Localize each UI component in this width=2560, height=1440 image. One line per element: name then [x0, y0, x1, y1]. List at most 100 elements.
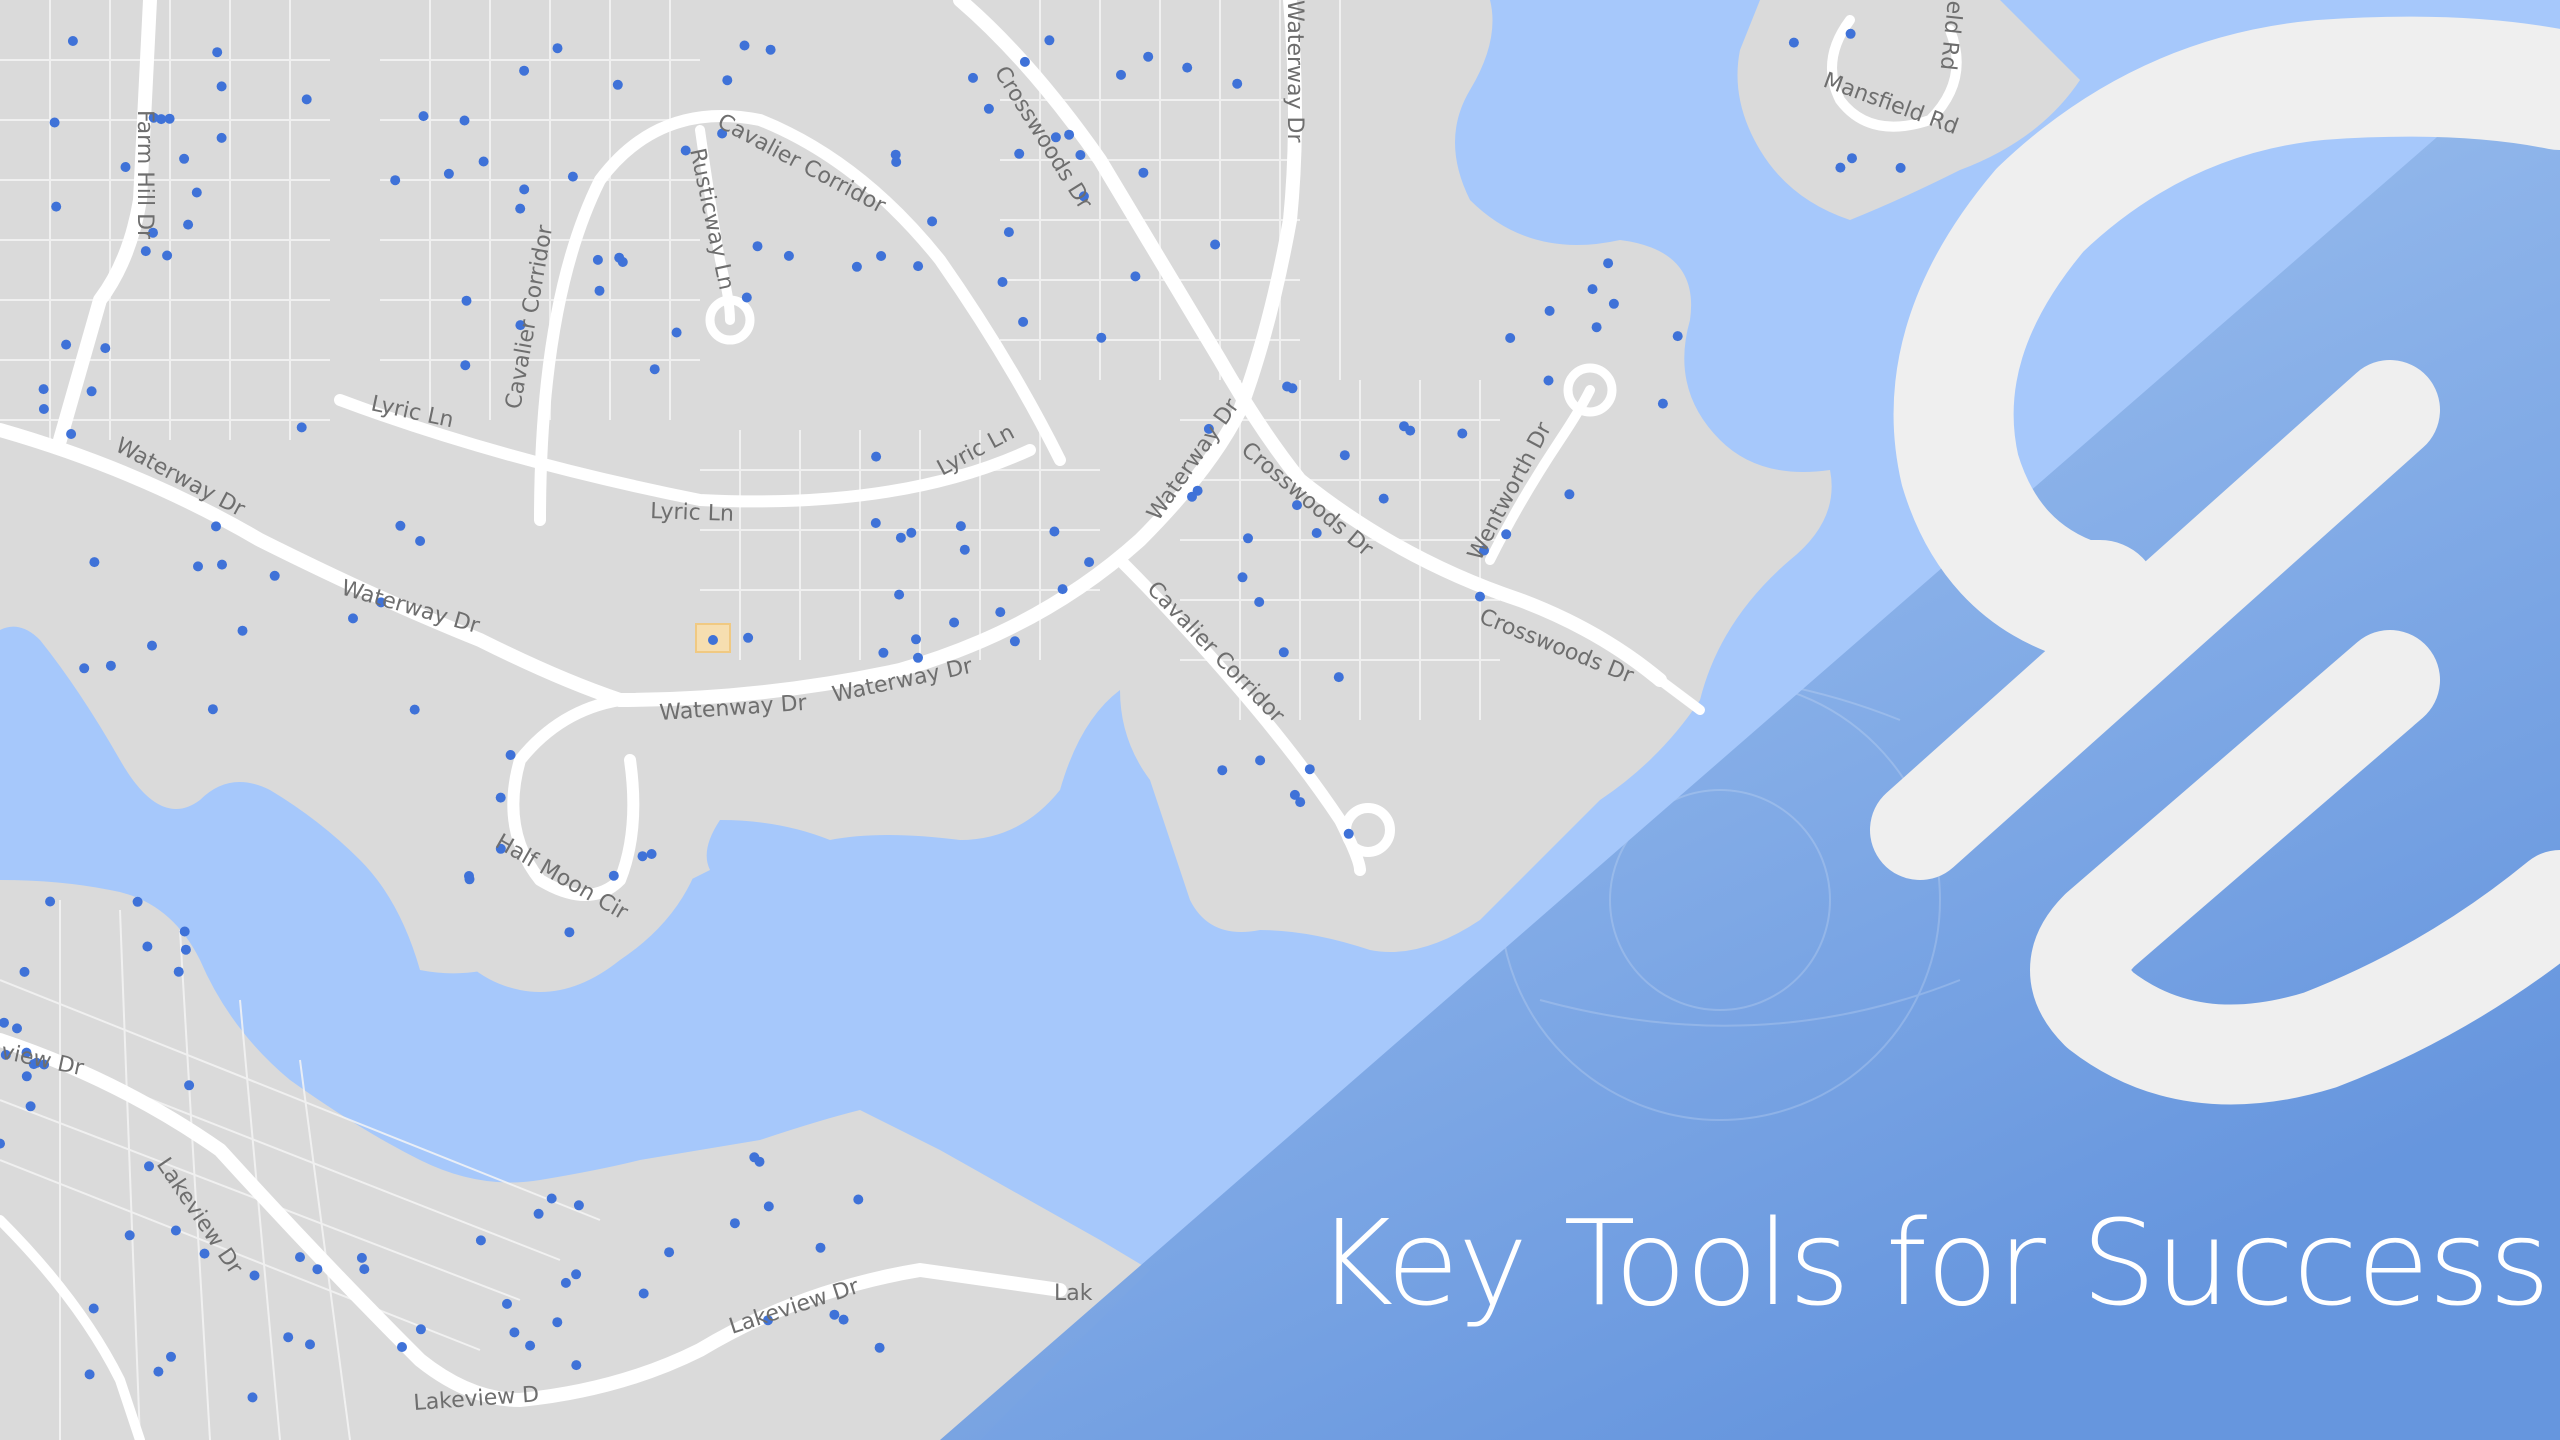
house-pin: [1044, 35, 1055, 46]
house-pin: [1845, 28, 1856, 39]
house-pin: [390, 175, 401, 186]
house-pin: [173, 966, 184, 977]
house-pin: [25, 1101, 36, 1112]
house-pin: [348, 613, 358, 624]
house-pin: [1116, 69, 1126, 80]
house-pin: [191, 187, 202, 198]
house-pin: [283, 1332, 294, 1343]
house-pin: [671, 327, 682, 338]
house-pin: [983, 103, 994, 114]
house-pin: [1304, 764, 1315, 775]
house-pin: [217, 559, 227, 570]
house-pin: [1232, 78, 1243, 89]
house-pin: [495, 792, 506, 803]
house-pin: [571, 1360, 582, 1371]
house-pin: [1378, 493, 1389, 504]
house-pin: [183, 219, 194, 230]
house-pin: [38, 404, 49, 414]
house-pin: [1603, 258, 1614, 269]
house-pin: [475, 1235, 486, 1246]
house-pin: [509, 1327, 520, 1338]
house-pin: [1096, 332, 1107, 343]
house-pin: [1210, 239, 1221, 250]
house-pin: [162, 250, 173, 261]
house-pin: [51, 201, 62, 212]
house-pin: [1075, 150, 1086, 160]
house-pin: [754, 1156, 765, 1167]
house-pin: [519, 65, 530, 76]
house-pin: [765, 44, 776, 55]
house-pin: [646, 849, 657, 859]
house-pin: [140, 246, 151, 257]
house-pin: [1587, 284, 1598, 295]
house-pin: [464, 871, 474, 881]
house-pin: [1847, 153, 1857, 164]
house-pin: [997, 277, 1008, 287]
house-pin: [478, 156, 489, 167]
house-pin: [237, 625, 248, 636]
house-pin: [179, 153, 190, 164]
house-pin: [1255, 755, 1266, 766]
house-pin: [1287, 383, 1298, 394]
house-pin: [891, 157, 902, 167]
house-pin: [783, 250, 794, 261]
house-pin: [105, 660, 116, 671]
house-pin: [955, 521, 966, 532]
house-pin: [949, 617, 960, 628]
highlighted-lot-pin: [708, 635, 718, 645]
house-pin: [269, 570, 280, 581]
house-pin: [1130, 271, 1141, 282]
house-pin: [815, 1242, 826, 1253]
house-pin: [519, 184, 530, 195]
house-pin: [571, 1269, 582, 1280]
house-pin: [1608, 298, 1619, 309]
house-pin: [66, 429, 77, 439]
house-pin: [649, 364, 660, 375]
house-pin: [741, 292, 752, 303]
house-pin: [132, 896, 143, 907]
house-pin: [502, 1298, 512, 1309]
house-pin: [871, 451, 882, 462]
house-pin: [637, 851, 648, 862]
house-pin: [193, 561, 203, 572]
house-pin: [397, 1342, 407, 1352]
house-pin: [1895, 162, 1906, 173]
house-pin: [356, 1252, 367, 1263]
house-pin: [594, 285, 605, 296]
house-pin: [1187, 491, 1197, 502]
house-pin: [911, 634, 921, 645]
house-pin: [1591, 322, 1602, 333]
house-pin: [567, 171, 578, 182]
house-pin: [752, 241, 763, 252]
house-pin: [1138, 167, 1149, 178]
house-pin: [207, 704, 218, 715]
house-pin: [1019, 56, 1030, 67]
house-pin: [838, 1314, 849, 1325]
house-pin: [1217, 765, 1228, 776]
house-pin: [179, 926, 190, 937]
house-pin: [1057, 584, 1068, 595]
house-pin: [829, 1309, 840, 1320]
house-pin: [1143, 51, 1154, 62]
house-pin: [870, 518, 881, 528]
house-pin: [170, 1225, 181, 1236]
house-pin: [180, 944, 191, 955]
house-pin: [743, 632, 754, 643]
house-pin: [763, 1201, 774, 1212]
house-pin: [564, 927, 575, 938]
house-pin: [12, 1023, 22, 1034]
house-pin: [913, 652, 923, 663]
house-pin: [876, 251, 887, 261]
house-pin: [1084, 557, 1095, 568]
house-pin: [89, 557, 100, 568]
house-pin: [49, 117, 60, 128]
house-pin: [124, 1230, 135, 1241]
house-pin: [1543, 375, 1554, 386]
house-pin: [216, 132, 227, 143]
house-pin: [1343, 828, 1354, 839]
house-pin: [166, 1351, 176, 1362]
house-pin: [142, 941, 153, 952]
house-pin: [1657, 398, 1668, 409]
house-pin: [995, 607, 1006, 618]
house-pin: [100, 343, 111, 354]
